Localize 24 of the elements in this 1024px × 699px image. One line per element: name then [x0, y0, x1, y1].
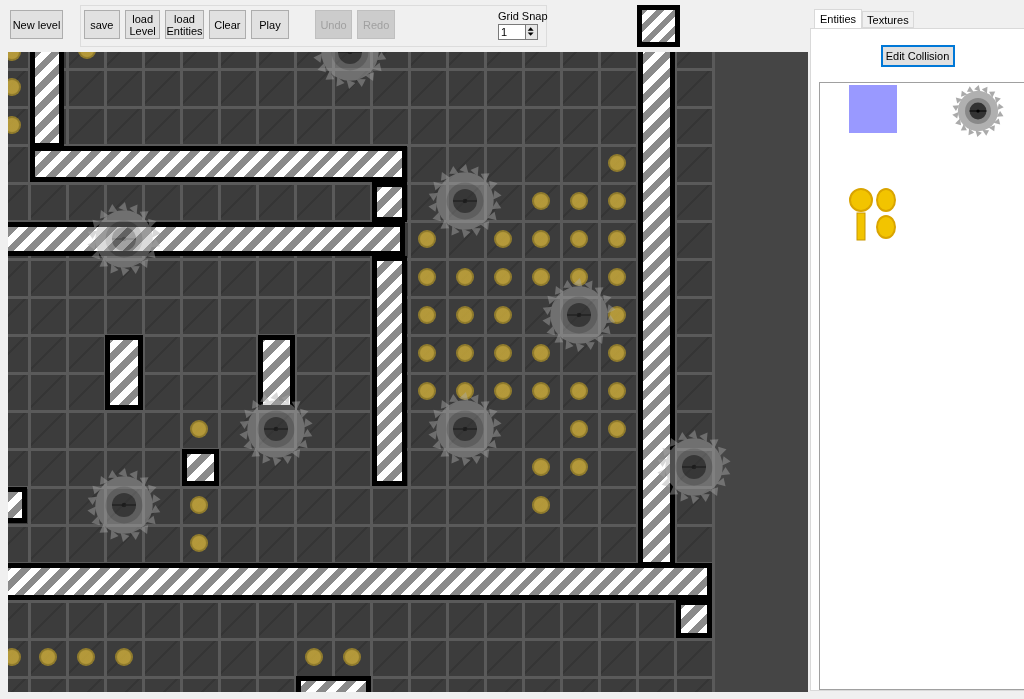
collision-block-swatch[interactable]: [849, 85, 897, 133]
new-level-button[interactable]: New level: [10, 10, 63, 39]
saw-blade-icon: [87, 202, 161, 276]
tile-preview[interactable]: [637, 5, 680, 47]
saw-blade-icon: [87, 468, 161, 542]
hazard-wall: [8, 487, 27, 523]
level-canvas[interactable]: [8, 52, 808, 692]
grid-snap-label: Grid Snap: [498, 10, 546, 22]
saw-blade-icon: [542, 278, 616, 352]
tab[interactable]: Textures: [862, 11, 914, 28]
saw-blade-icon: [239, 392, 313, 466]
grid-snap-field[interactable]: 1: [498, 24, 525, 40]
saw-blade-icon[interactable]: [952, 85, 1004, 137]
saw-blade-icon: [657, 430, 731, 504]
toolbar-button[interactable]: save: [84, 10, 120, 39]
saw-blade-icon: [428, 392, 502, 466]
toolbar-button[interactable]: load Entities: [165, 10, 204, 39]
toolbar-button[interactable]: Play: [251, 10, 289, 39]
toolbar-button[interactable]: Clear: [208, 10, 247, 39]
toolbar-button[interactable]: load Level: [124, 10, 161, 39]
hazard-wall: [182, 449, 219, 486]
tab[interactable]: Entities: [814, 9, 863, 28]
saw-blade-icon: [428, 164, 502, 238]
edit-collision-button[interactable]: Edit Collision: [880, 45, 955, 67]
